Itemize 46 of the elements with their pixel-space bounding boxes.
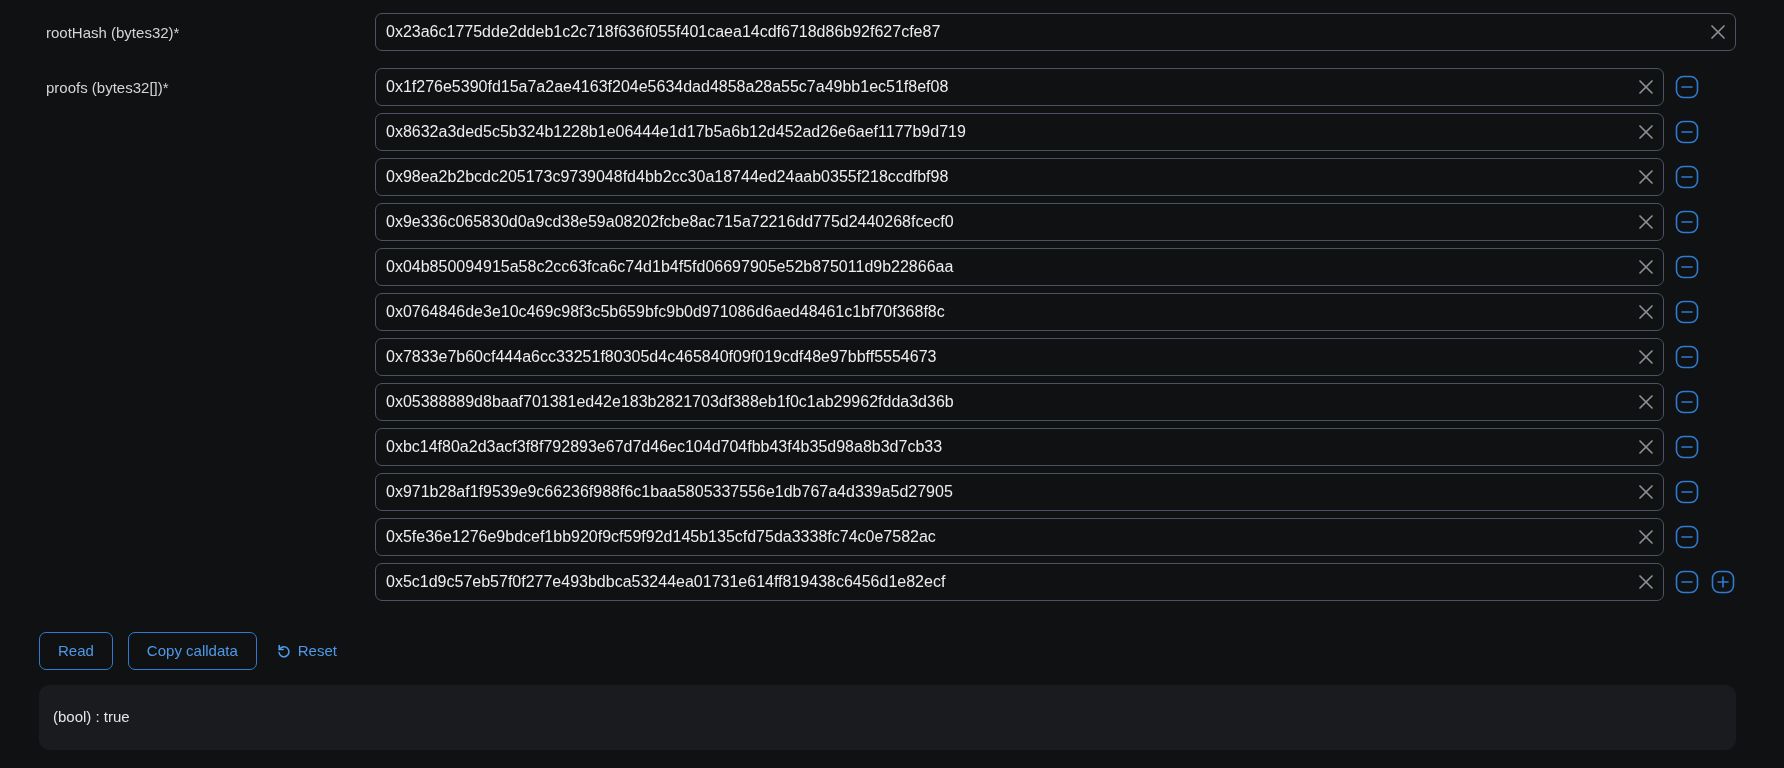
clear-icon[interactable] xyxy=(1636,212,1656,232)
remove-icon[interactable] xyxy=(1674,120,1700,144)
clear-icon[interactable] xyxy=(1636,527,1656,547)
input-field[interactable]: 0x0764846de3e10c469c98f3c5b659bfc9b0d971086d6aed48461c1bf70f368f8c xyxy=(375,293,1664,331)
input-field[interactable]: 0x7833e7b60cf444a6cc33251f80305d4c465840f09f019cdf48e97bbff5554673 xyxy=(375,338,1664,376)
clear-icon[interactable] xyxy=(1636,392,1656,412)
remove-icon[interactable] xyxy=(1674,570,1700,594)
remove-icon[interactable] xyxy=(1674,75,1700,99)
action-button[interactable]: Copy calldata xyxy=(127,632,257,670)
input-field[interactable]: 0x1f276e5390fd15a7a2ae4163f204e5634dad4858a28a55c7a49bb1ec51f8ef08 xyxy=(375,68,1664,106)
remove-icon[interactable] xyxy=(1674,165,1700,189)
input-field[interactable]: 0x5fe36e1276e9bdcef1bb920f9cf59f92d145b135cfd75da3338fc74c0e7582ac xyxy=(375,518,1664,556)
input-field[interactable]: 0x05388889d8baaf701381ed42e183b2821703df388eb1f0c1ab29962fdda3d36b xyxy=(375,383,1664,421)
remove-icon[interactable] xyxy=(1674,525,1700,549)
input-field[interactable]: 0x5c1d9c57eb57f0f277e493bdbca53244ea01731e614ff819438c6456d1e82ecf xyxy=(375,563,1664,601)
remove-icon[interactable] xyxy=(1674,345,1700,369)
field-label: rootHash (bytes32)* xyxy=(45,23,181,43)
clear-icon[interactable] xyxy=(1636,437,1656,457)
remove-icon[interactable] xyxy=(1674,300,1700,324)
add-icon[interactable] xyxy=(1710,570,1736,594)
clear-icon[interactable] xyxy=(1708,22,1728,42)
remove-icon[interactable] xyxy=(1674,210,1700,234)
remove-icon[interactable] xyxy=(1674,435,1700,459)
input-field[interactable]: 0x8632a3ded5c5b324b1228b1e06444e1d17b5a6b12d452ad26e6aef1177b9d719 xyxy=(375,113,1664,151)
input-field[interactable]: 0x98ea2b2bcdc205173c9739048fd4bb2cc30a18744ed24aab0355f218ccdfbf98 xyxy=(375,158,1664,196)
reset-button[interactable]: Reset xyxy=(271,639,341,663)
clear-icon[interactable] xyxy=(1636,482,1656,502)
clear-icon[interactable] xyxy=(1636,167,1656,187)
action-button[interactable]: Read xyxy=(39,632,113,670)
result-text: (bool) : true xyxy=(53,707,130,728)
field-label: proofs (bytes32[])* xyxy=(45,78,170,98)
clear-icon[interactable] xyxy=(1636,122,1656,142)
clear-icon[interactable] xyxy=(1636,572,1656,592)
input-field[interactable]: 0xbc14f80a2d3acf3f8f792893e67d7d46ec104d704fbb43f4b35d98a8b3d7cb33 xyxy=(375,428,1664,466)
reset-icon xyxy=(275,643,292,659)
clear-icon[interactable] xyxy=(1636,77,1656,97)
remove-icon[interactable] xyxy=(1674,480,1700,504)
input-field[interactable]: 0x971b28af1f9539e9c66236f988f6c1baa5805337556e1db767a4d339a5d27905 xyxy=(375,473,1664,511)
clear-icon[interactable] xyxy=(1636,347,1656,367)
input-field[interactable]: 0x23a6c1775dde2ddeb1c2c718f636f055f401caea14cdf6718d86b92f627cfe87 xyxy=(375,13,1736,51)
input-field[interactable]: 0x04b850094915a58c2cc63fca6c74d1b4f5fd06697905e52b875011d9b22866aa xyxy=(375,248,1664,286)
remove-icon[interactable] xyxy=(1674,255,1700,279)
remove-icon[interactable] xyxy=(1674,390,1700,414)
input-field[interactable]: 0x9e336c065830d0a9cd38e59a08202fcbe8ac715a72216dd775d2440268fcecf0 xyxy=(375,203,1664,241)
clear-icon[interactable] xyxy=(1636,302,1656,322)
clear-icon[interactable] xyxy=(1636,257,1656,277)
